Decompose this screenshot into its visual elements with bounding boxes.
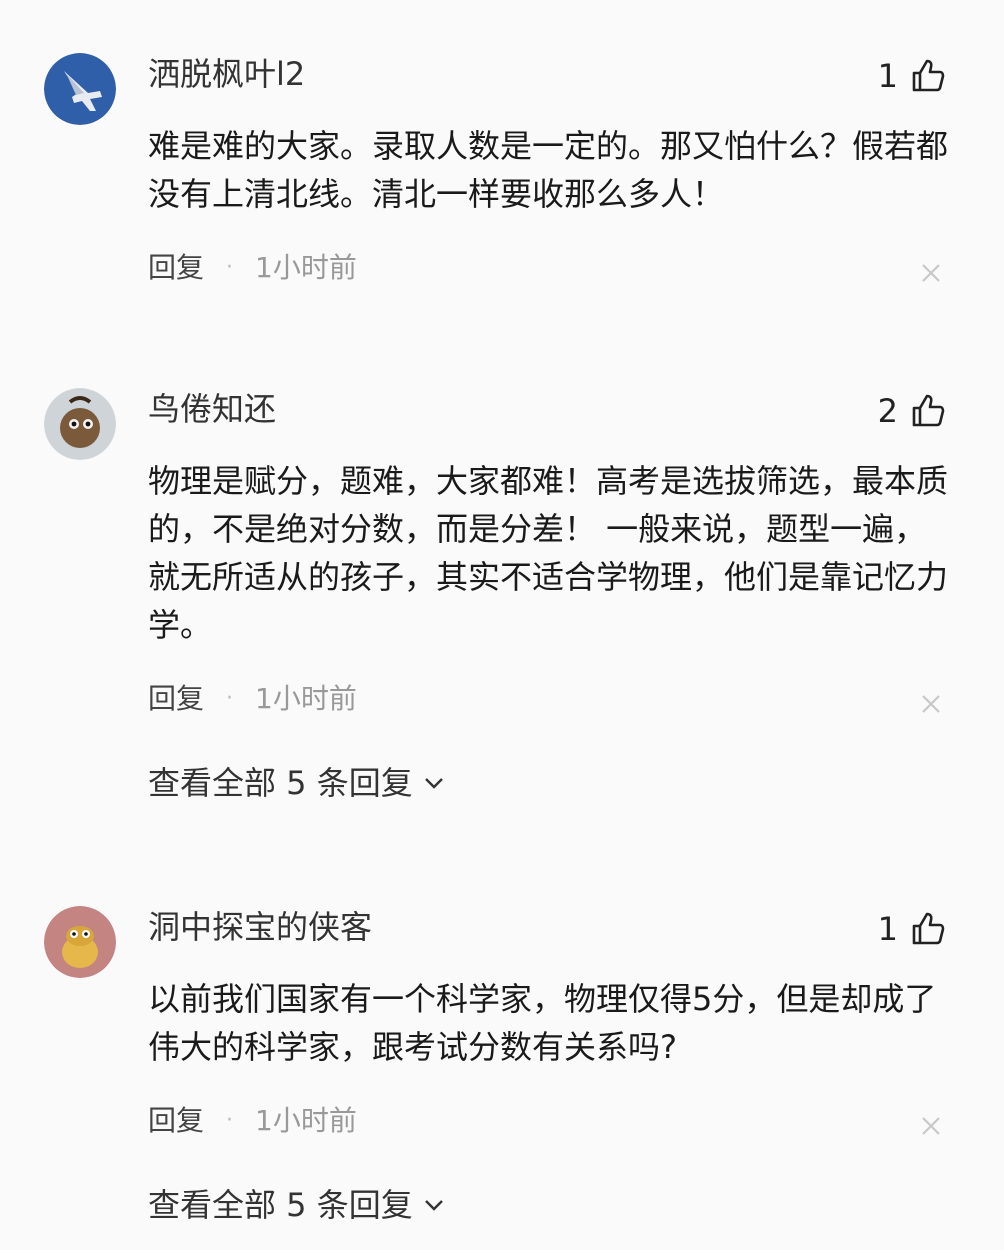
- comment-text: 难是难的大家。录取人数是一定的。那又怕什么？假若都没有上清北线。清北一样要收那么…: [148, 127, 949, 213]
- thumbs-up-icon[interactable]: [910, 393, 946, 429]
- comment-meta: 回复 · 1小时前: [148, 250, 357, 286]
- timestamp: 1小时前: [255, 1104, 357, 1137]
- username[interactable]: 洒脱枫叶l2: [148, 54, 305, 94]
- username[interactable]: 洞中探宝的侠客: [148, 907, 372, 947]
- view-all-replies-label: 查看全部 5 条回复: [148, 1186, 413, 1224]
- close-icon[interactable]: [918, 1113, 944, 1139]
- like-count: 2: [877, 392, 898, 430]
- cartoon-avatar-icon: [44, 388, 116, 460]
- reply-button[interactable]: 回复: [148, 250, 204, 286]
- timestamp: 1小时前: [255, 251, 357, 284]
- comment-text: 物理是赋分，题难，大家都难！高考是选拔筛选，最本质的，不是绝对分数，而是分差！ …: [148, 462, 949, 644]
- avatar[interactable]: [44, 53, 116, 125]
- chevron-down-icon: [424, 1200, 443, 1211]
- fighter-jet-avatar-icon: [44, 53, 116, 125]
- like-count: 1: [877, 910, 898, 948]
- comment-meta: 回复 · 1小时前: [148, 1103, 357, 1139]
- close-icon[interactable]: [918, 260, 944, 286]
- like-button[interactable]: 2: [878, 391, 946, 431]
- thumbs-up-icon[interactable]: [910, 58, 946, 94]
- separator-dot: ·: [226, 255, 234, 280]
- separator-dot: ·: [226, 1108, 234, 1133]
- avatar[interactable]: [44, 388, 116, 460]
- thumbs-up-icon[interactable]: [910, 911, 946, 947]
- close-icon[interactable]: [918, 691, 944, 717]
- username[interactable]: 鸟倦知还: [148, 389, 276, 429]
- reply-button[interactable]: 回复: [148, 681, 204, 717]
- comment-text: 以前我们国家有一个科学家，物理仅得5分，但是却成了伟大的科学家，跟考试分数有关系…: [148, 980, 937, 1066]
- chevron-down-icon: [424, 778, 443, 789]
- comment-meta: 回复 · 1小时前: [148, 681, 357, 717]
- reply-button[interactable]: 回复: [148, 1103, 204, 1139]
- view-all-replies-button[interactable]: 查看全部 5 条回复: [148, 763, 447, 803]
- view-all-replies-button[interactable]: 查看全部 5 条回复: [148, 1185, 447, 1225]
- avatar[interactable]: [44, 906, 116, 978]
- view-all-replies-label: 查看全部 5 条回复: [148, 764, 413, 802]
- separator-dot: ·: [226, 686, 234, 711]
- cartoon-creature-avatar-icon: [44, 906, 116, 978]
- like-count: 1: [877, 57, 898, 95]
- timestamp: 1小时前: [255, 682, 357, 715]
- like-button[interactable]: 1: [878, 909, 946, 949]
- like-button[interactable]: 1: [878, 56, 946, 96]
